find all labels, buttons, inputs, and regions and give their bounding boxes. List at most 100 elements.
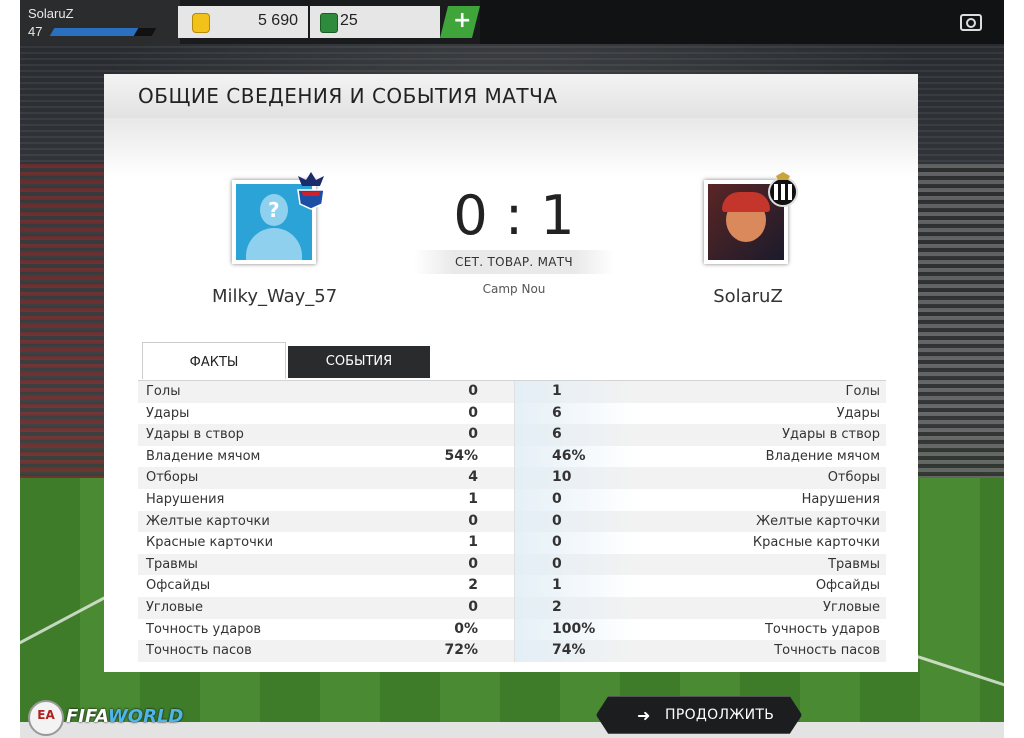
question-mark-icon: ? [268,198,280,222]
stand-left [20,164,110,494]
player-info[interactable]: SolaruZ 47 [20,0,180,44]
stat-label-home: Удары в створ [146,427,244,443]
avatar-hair [722,192,770,212]
stat-label-home: Точность ударов [146,621,262,637]
stat-row-divider [514,445,515,468]
stat-label-home: Травмы [146,556,198,572]
ea-sports-logo: EA [28,700,64,736]
continue-label: ПРОДОЛЖИТЬ [665,707,775,723]
player-level: 47 [28,24,43,39]
newcastle-crest-icon [768,172,798,207]
stat-value-away: 74% [552,642,586,659]
add-points-button[interactable]: + [440,6,480,38]
stat-value-home: 0 [468,555,478,572]
stat-row: Отборы 4 10 Отборы [138,467,886,489]
match-summary-panel: ОБЩИЕ СВЕДЕНИЯ И СОБЫТИЯ МАТЧА ? Milky_W… [104,74,918,672]
stat-row-divider [514,640,515,662]
coins-display: 5 690 [178,6,308,38]
ea-logo-text: EA [37,708,55,722]
camera-icon[interactable] [960,14,982,31]
stat-row-divider [514,510,515,533]
stat-label-away: Удары [836,405,880,421]
home-player-name: Milky_Way_57 [212,286,338,307]
stat-value-home: 54% [444,447,478,464]
stat-label-home: Точность пасов [146,643,252,659]
tab-facts[interactable]: ФАКТЫ [142,342,286,379]
stat-row-shade [514,381,634,403]
stat-value-away: 0 [552,555,562,572]
tab-bar: ФАКТЫ СОБЫТИЯ [142,342,442,379]
stat-label-home: Угловые [146,599,203,615]
stat-row: Офсайды 2 1 Офсайды [138,575,886,597]
stat-value-home: 0 [468,383,478,399]
right-margin [1004,0,1024,44]
stat-row: Точность ударов 0% 100% Точность ударов [138,618,886,641]
fifa-points-icon [320,13,338,33]
panel-title: ОБЩИЕ СВЕДЕНИЯ И СОБЫТИЯ МАТЧА [138,84,558,108]
stat-value-away: 1 [552,383,562,399]
stat-label-away: Владение мячом [765,448,880,464]
stat-label-home: Офсайды [146,578,211,594]
points-value: 25 [340,12,358,29]
avatar-body [246,228,302,260]
stat-label-away: Точность ударов [764,621,880,637]
stat-value-home: 4 [468,469,478,486]
xp-progress-fill [49,28,138,36]
fifa-world-logo: EA FIFAWORLD [24,698,200,736]
stat-value-home: 1 [468,490,478,507]
stat-label-home: Владение мячом [146,448,261,464]
stat-row: Точность пасов 72% 74% Точность пасов [138,640,886,662]
stat-value-home: 0 [468,512,478,529]
points-display: 25 [310,6,440,38]
stat-row-divider [514,575,515,597]
stat-row-divider [514,553,515,576]
stat-row: Травмы 0 0 Травмы [138,553,886,576]
stat-row-shade [514,402,634,425]
stat-label-home: Красные карточки [146,535,274,551]
stat-row: Голы 0 1 Голы [138,381,886,403]
stat-row-divider [514,618,515,641]
stat-row-divider [514,596,515,619]
stat-value-away: 0 [552,534,562,551]
coin-icon [192,13,210,33]
stat-value-home: 0 [468,598,478,615]
stat-label-home: Желтые карточки [146,513,270,529]
top-bar: SolaruZ 47 5 690 25 + [20,0,1004,44]
stat-row-shade [514,510,634,533]
stat-row: Нарушения 1 0 Нарушения [138,488,886,511]
continue-button[interactable]: ➜ ПРОДОЛЖИТЬ [596,696,802,734]
plus-icon: + [453,8,472,33]
stat-value-away: 1 [552,577,562,594]
stand-right [914,164,1004,494]
stat-row: Удары в створ 0 6 Удары в створ [138,424,886,446]
stat-row-divider [514,488,515,511]
stat-label-home: Голы [146,384,181,399]
top-bar-right [480,0,1004,44]
tab-events[interactable]: СОБЫТИЯ [288,346,430,378]
stat-value-home: 0 [468,404,478,421]
stat-value-away: 100% [552,620,596,637]
player-name: SolaruZ [28,6,74,21]
stat-row-divider [514,424,515,446]
stat-value-away: 6 [552,404,562,421]
stat-label-home: Удары [146,405,190,421]
stat-value-away: 46% [552,447,586,464]
stat-value-home: 0 [468,426,478,443]
stat-row-shade [514,488,634,511]
stat-label-home: Отборы [146,470,199,486]
match-type-banner: СЕТ. ТОВАР. МАТЧ [414,250,614,274]
stat-label-away: Офсайды [815,578,880,594]
stat-label-home: Нарушения [146,491,225,507]
stat-value-home: 1 [468,534,478,551]
stat-row-divider [514,402,515,425]
stat-value-away: 2 [552,598,562,615]
stat-label-away: Желтые карточки [756,513,880,529]
match-score: 0 : 1 [453,184,575,247]
stat-value-away: 6 [552,426,562,443]
stat-row: Желтые карточки 0 0 Желтые карточки [138,510,886,533]
stat-row: Владение мячом 54% 46% Владение мячом [138,445,886,468]
stat-row: Удары 0 6 Удары [138,402,886,425]
stat-label-away: Травмы [828,556,880,572]
stat-row-divider [514,467,515,489]
crystal-palace-crest-icon [297,172,325,210]
